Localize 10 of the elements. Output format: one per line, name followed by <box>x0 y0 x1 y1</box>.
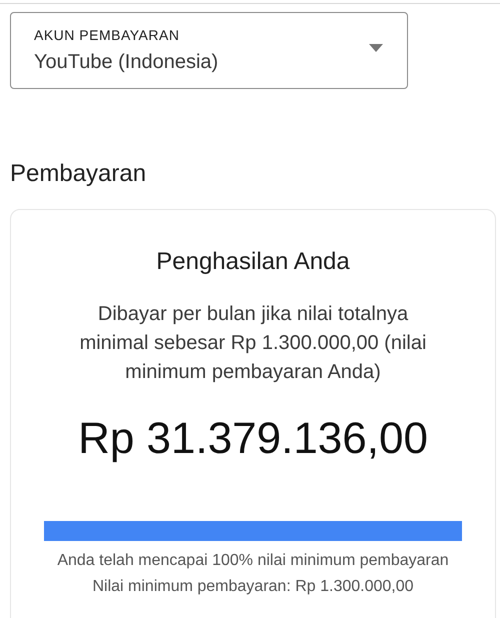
account-dropdown[interactable]: AKUN PEMBAYARAN YouTube (Indonesia) <box>10 12 408 89</box>
section-title: Pembayaran <box>10 159 146 189</box>
card-description: Dibayar per bulan jika nilai totalnya minimal sebesar Rp 1.300.000,00 (nilai minimum pembayaran Anda) <box>78 302 428 385</box>
card-title: Penghasilan Anda <box>156 247 350 277</box>
progress-text: Anda telah mencapai 100% nilai minimum pembayaran <box>57 551 449 571</box>
threshold-text: Nilai minimum pembayaran: Rp 1.300.000,00 <box>92 577 414 597</box>
earnings-amount: Rp 31.379.136,00 <box>78 413 428 465</box>
dropdown-label: AKUN PEMBAYARAN <box>34 26 180 44</box>
dropdown-value: YouTube (Indonesia) <box>34 50 220 74</box>
caret-icon <box>369 44 383 52</box>
